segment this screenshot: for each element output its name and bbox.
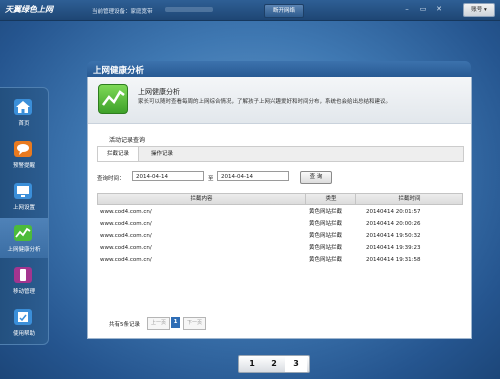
query-button[interactable]: 查 询 (300, 171, 332, 184)
date-range-separator: 至 (208, 176, 214, 182)
app-logo: 天翼绿色上网 (5, 5, 53, 14)
column-header: 拦截内容 (190, 196, 213, 202)
health-chart-icon (98, 84, 128, 114)
account-menu-button[interactable]: 账号 ▾ (463, 3, 495, 17)
sidebar-item-label: 移动管理 (12, 289, 35, 295)
sidebar-item-label: 首页 (18, 121, 30, 127)
blocked-url: www.cod4.com.cn/ (100, 245, 152, 251)
block-type: 黄色网站拦截 (309, 233, 343, 239)
end-date-input[interactable]: 2014-04-14 (217, 171, 289, 181)
prev-page-button[interactable]: 上一页 (147, 317, 170, 330)
sidebar-item-label: 上网健康分析 (7, 247, 41, 253)
mobile-icon (14, 267, 32, 283)
blocked-url: www.cod4.com.cn/ (100, 209, 152, 215)
sidebar-item-health-analysis[interactable]: 上网健康分析 (0, 218, 48, 258)
block-time: 20140414 19:31:58 (366, 257, 421, 263)
page-button-1[interactable]: 1 (241, 356, 263, 372)
top-bar: 天翼绿色上网 当前管理设备：家庭宽带 断开网络 – ▭ ✕ 账号 ▾ (0, 0, 500, 21)
disconnect-network-button[interactable]: 断开网络 (264, 4, 304, 18)
panel-header: 上网健康分析 (87, 61, 471, 77)
chat-bubble-icon (14, 141, 32, 157)
help-book-icon (14, 309, 32, 325)
sidebar-item-mobile[interactable]: 移动管理 (0, 260, 48, 300)
record-count: 共有5条记录 (109, 322, 140, 328)
blocked-url: www.cod4.com.cn/ (100, 221, 152, 227)
close-icon[interactable]: ✕ (432, 3, 446, 15)
sidebar-nav: 首页 预警提醒 上网设置 上网健康分析 移动管理 使用帮助 (0, 87, 49, 345)
table-row: www.cod4.com.cn/ 黄色网站拦截 20140414 20:00:2… (97, 218, 461, 230)
block-time: 20140414 19:39:23 (366, 245, 421, 251)
sidebar-item-label: 预警提醒 (12, 163, 35, 169)
main-panel: 上网健康分析 家长可以随时查看每周的上网综合情况，了解孩子上网兴趣爱好和时间分布… (87, 77, 472, 339)
sidebar-item-alerts[interactable]: 预警提醒 (0, 134, 48, 174)
section-title: 活动记录查询 (109, 137, 146, 144)
page-title: 上网健康分析 (93, 66, 145, 76)
intro-title: 上网健康分析 (138, 88, 180, 96)
table-header: 拦截内容 类型 拦截时间 (97, 193, 463, 205)
block-time: 20140414 19:50:32 (366, 233, 421, 239)
next-page-button[interactable]: 下一页 (183, 317, 206, 330)
tab-block-records[interactable]: 拦截记录 (98, 147, 139, 161)
intro-section: 上网健康分析 家长可以随时查看每周的上网综合情况，了解孩子上网兴趣爱好和时间分布… (88, 77, 471, 124)
account-label: 账号 (471, 7, 483, 13)
start-date-input[interactable]: 2014-04-14 (132, 171, 204, 181)
page-button-3[interactable]: 3 (285, 356, 307, 372)
tab-operation-records[interactable]: 操作记录 (142, 147, 182, 161)
blocked-url: www.cod4.com.cn/ (100, 233, 152, 239)
sidebar-item-settings[interactable]: 上网设置 (0, 176, 48, 216)
current-device-label: 当前管理设备：家庭宽带 (92, 9, 153, 15)
sidebar-item-home[interactable]: 首页 (0, 92, 48, 132)
block-type: 黄色网站拦截 (309, 221, 343, 227)
table-row: www.cod4.com.cn/ 黄色网站拦截 20140414 19:39:2… (97, 242, 461, 254)
block-time: 20140414 20:01:57 (366, 209, 421, 215)
device-name-redacted (165, 7, 213, 12)
block-type: 黄色网站拦截 (309, 209, 343, 215)
minimize-icon[interactable]: – (400, 3, 414, 15)
block-type: 黄色网站拦截 (309, 257, 343, 263)
intro-description: 家长可以随时查看每周的上网综合情况，了解孩子上网兴趣爱好和时间分布，系统也会给出… (138, 99, 392, 105)
screenshot-pager: 1 2 3 (238, 355, 310, 373)
home-icon (14, 99, 32, 115)
restore-icon[interactable]: ▭ (416, 3, 430, 15)
sidebar-item-label: 使用帮助 (12, 331, 35, 337)
page-button-2[interactable]: 2 (263, 356, 285, 372)
column-header: 拦截时间 (355, 194, 463, 204)
chevron-down-icon: ▾ (484, 7, 487, 13)
block-type: 黄色网站拦截 (309, 245, 343, 251)
blocked-url: www.cod4.com.cn/ (100, 257, 152, 263)
sidebar-item-label: 上网设置 (12, 205, 35, 211)
table-row: www.cod4.com.cn/ 黄色网站拦截 20140414 20:01:5… (97, 206, 461, 218)
current-page-button[interactable]: 1 (171, 317, 180, 328)
sidebar-item-help[interactable]: 使用帮助 (0, 302, 48, 342)
query-time-label: 查询时间： (97, 176, 125, 182)
health-chart-icon (14, 225, 32, 241)
table-row: www.cod4.com.cn/ 黄色网站拦截 20140414 19:31:5… (97, 254, 461, 266)
table-row: www.cod4.com.cn/ 黄色网站拦截 20140414 19:50:3… (97, 230, 461, 242)
block-time: 20140414 20:00:26 (366, 221, 421, 227)
record-tabs: 拦截记录 操作记录 (97, 146, 464, 162)
column-header: 类型 (305, 194, 356, 204)
monitor-settings-icon (14, 183, 32, 199)
